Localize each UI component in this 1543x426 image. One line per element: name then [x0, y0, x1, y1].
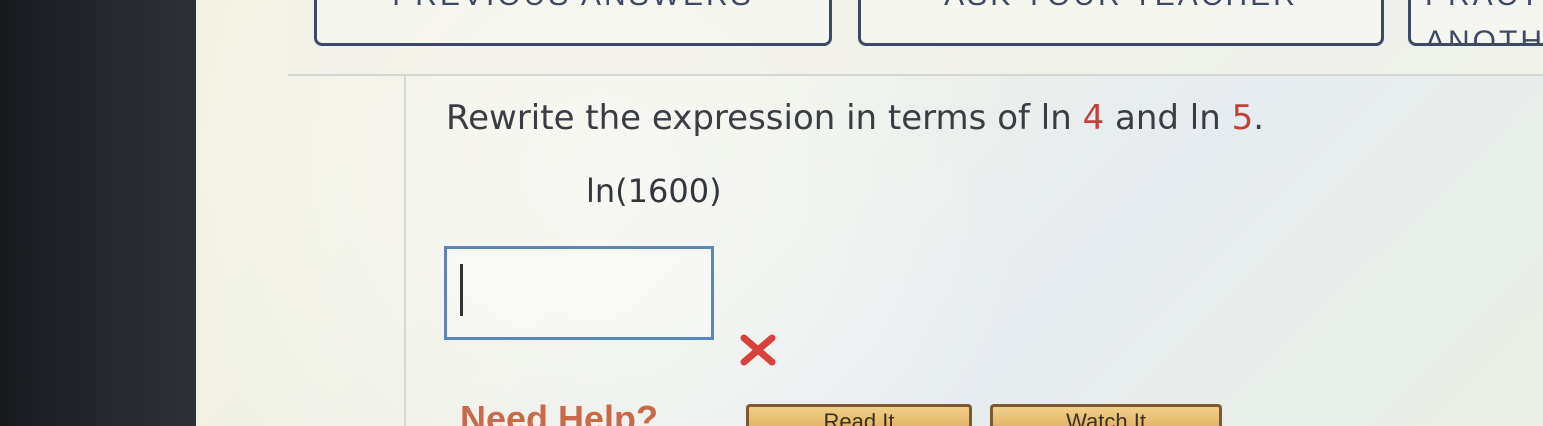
- need-help-label: Need Help?: [460, 398, 659, 426]
- monitor-photo: PREVIOUS ANSWERS ASK YOUR TEACHER PRACTI…: [0, 0, 1543, 426]
- question-prefix: Rewrite the expression in terms of ln: [446, 98, 1083, 138]
- text-cursor: [460, 264, 463, 316]
- read-it-button[interactable]: Read It: [746, 404, 972, 426]
- monitor-bezel: [0, 0, 200, 426]
- question-text: Rewrite the expression in terms of ln 4 …: [446, 98, 1264, 138]
- practice-another-button[interactable]: PRACTICE ANOTHER: [1408, 0, 1543, 46]
- question-number-4: 4: [1082, 98, 1105, 138]
- question-middle: and ln: [1104, 98, 1232, 138]
- expression-ln-1600: ln(1600): [586, 172, 722, 210]
- previous-answers-button[interactable]: PREVIOUS ANSWERS: [314, 0, 832, 46]
- question-number-5: 5: [1231, 98, 1254, 138]
- watch-it-button[interactable]: Watch It: [990, 404, 1222, 426]
- ask-your-teacher-button[interactable]: ASK YOUR TEACHER: [858, 0, 1384, 46]
- content-divider: [404, 74, 406, 426]
- answer-input[interactable]: [444, 246, 714, 340]
- x-mark-icon: [740, 334, 776, 366]
- question-suffix: .: [1253, 98, 1265, 138]
